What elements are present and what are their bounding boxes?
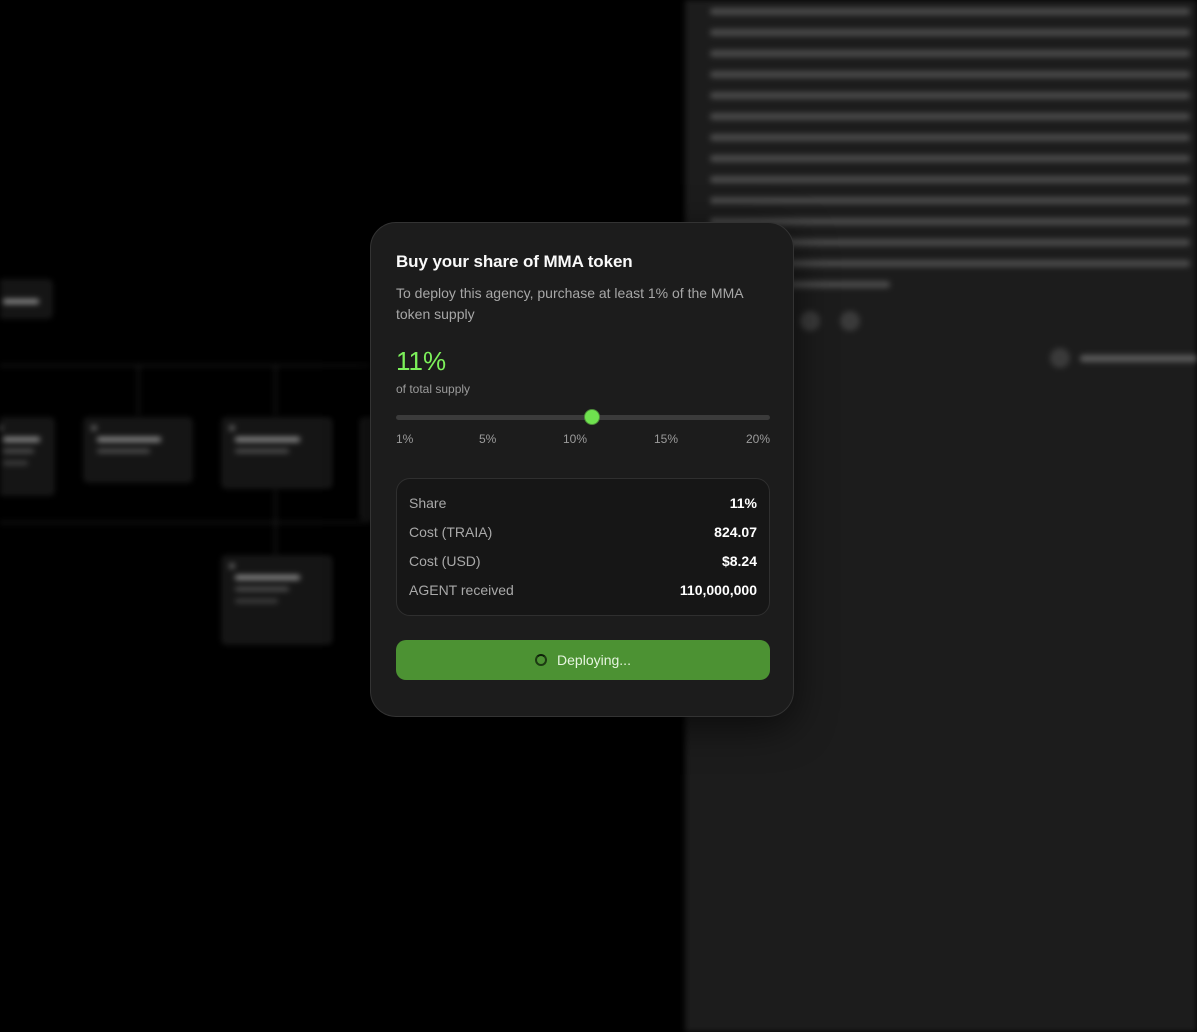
summary-label: Cost (TRAIA) bbox=[409, 524, 493, 540]
modal-subtitle: To deploy this agency, purchase at least… bbox=[396, 285, 743, 322]
summary-value: 110,000,000 bbox=[679, 582, 757, 598]
purchase-summary: Share 11% Cost (TRAIA) 824.07 Cost (USD)… bbox=[396, 478, 770, 616]
tick-label: 1% bbox=[396, 432, 414, 446]
summary-row-share: Share 11% bbox=[409, 489, 757, 518]
summary-value: $8.24 bbox=[721, 553, 757, 569]
avatar bbox=[1050, 348, 1070, 368]
slider-track[interactable] bbox=[396, 415, 770, 420]
workflow-node bbox=[222, 556, 332, 644]
tick-label: 5% bbox=[479, 432, 497, 446]
supply-caption: of total supply bbox=[396, 382, 471, 396]
summary-value: 824.07 bbox=[714, 524, 757, 540]
summary-row-agent-received: AGENT received 110,000,000 bbox=[409, 576, 757, 605]
connector-line bbox=[275, 365, 276, 415]
workflow-node bbox=[0, 280, 52, 318]
tick-label: 20% bbox=[745, 432, 770, 446]
social-icon bbox=[800, 311, 820, 331]
share-slider[interactable] bbox=[396, 408, 770, 428]
deploy-button[interactable]: Deploying... bbox=[396, 640, 770, 680]
tick-label: 10% bbox=[563, 432, 588, 446]
workflow-node bbox=[222, 418, 332, 488]
summary-label: Share bbox=[409, 495, 447, 511]
deploy-button-label: Deploying... bbox=[557, 652, 631, 668]
workflow-node bbox=[0, 418, 54, 495]
slider-tick-labels: 1% 5% 10% 15% 20% bbox=[396, 432, 770, 448]
connector-line bbox=[0, 365, 370, 366]
workflow-node bbox=[84, 418, 192, 482]
connector-line bbox=[0, 522, 370, 523]
summary-label: Cost (USD) bbox=[409, 553, 481, 569]
buy-token-share-modal: Buy your share of MMA token To deploy th… bbox=[370, 222, 794, 717]
summary-value: 11% bbox=[729, 495, 757, 511]
summary-row-cost-traia: Cost (TRAIA) 824.07 bbox=[409, 518, 757, 547]
selected-share-percent: 11% bbox=[396, 346, 447, 376]
loading-spinner-icon bbox=[535, 654, 548, 666]
social-icon bbox=[840, 311, 860, 331]
modal-title: Buy your share of MMA token bbox=[396, 252, 633, 271]
connector-line bbox=[275, 490, 276, 555]
connector-line bbox=[138, 365, 139, 415]
summary-label: AGENT received bbox=[409, 582, 514, 598]
tick-label: 15% bbox=[654, 432, 679, 446]
summary-row-cost-usd: Cost (USD) $8.24 bbox=[409, 547, 757, 576]
slider-thumb[interactable] bbox=[584, 409, 601, 425]
